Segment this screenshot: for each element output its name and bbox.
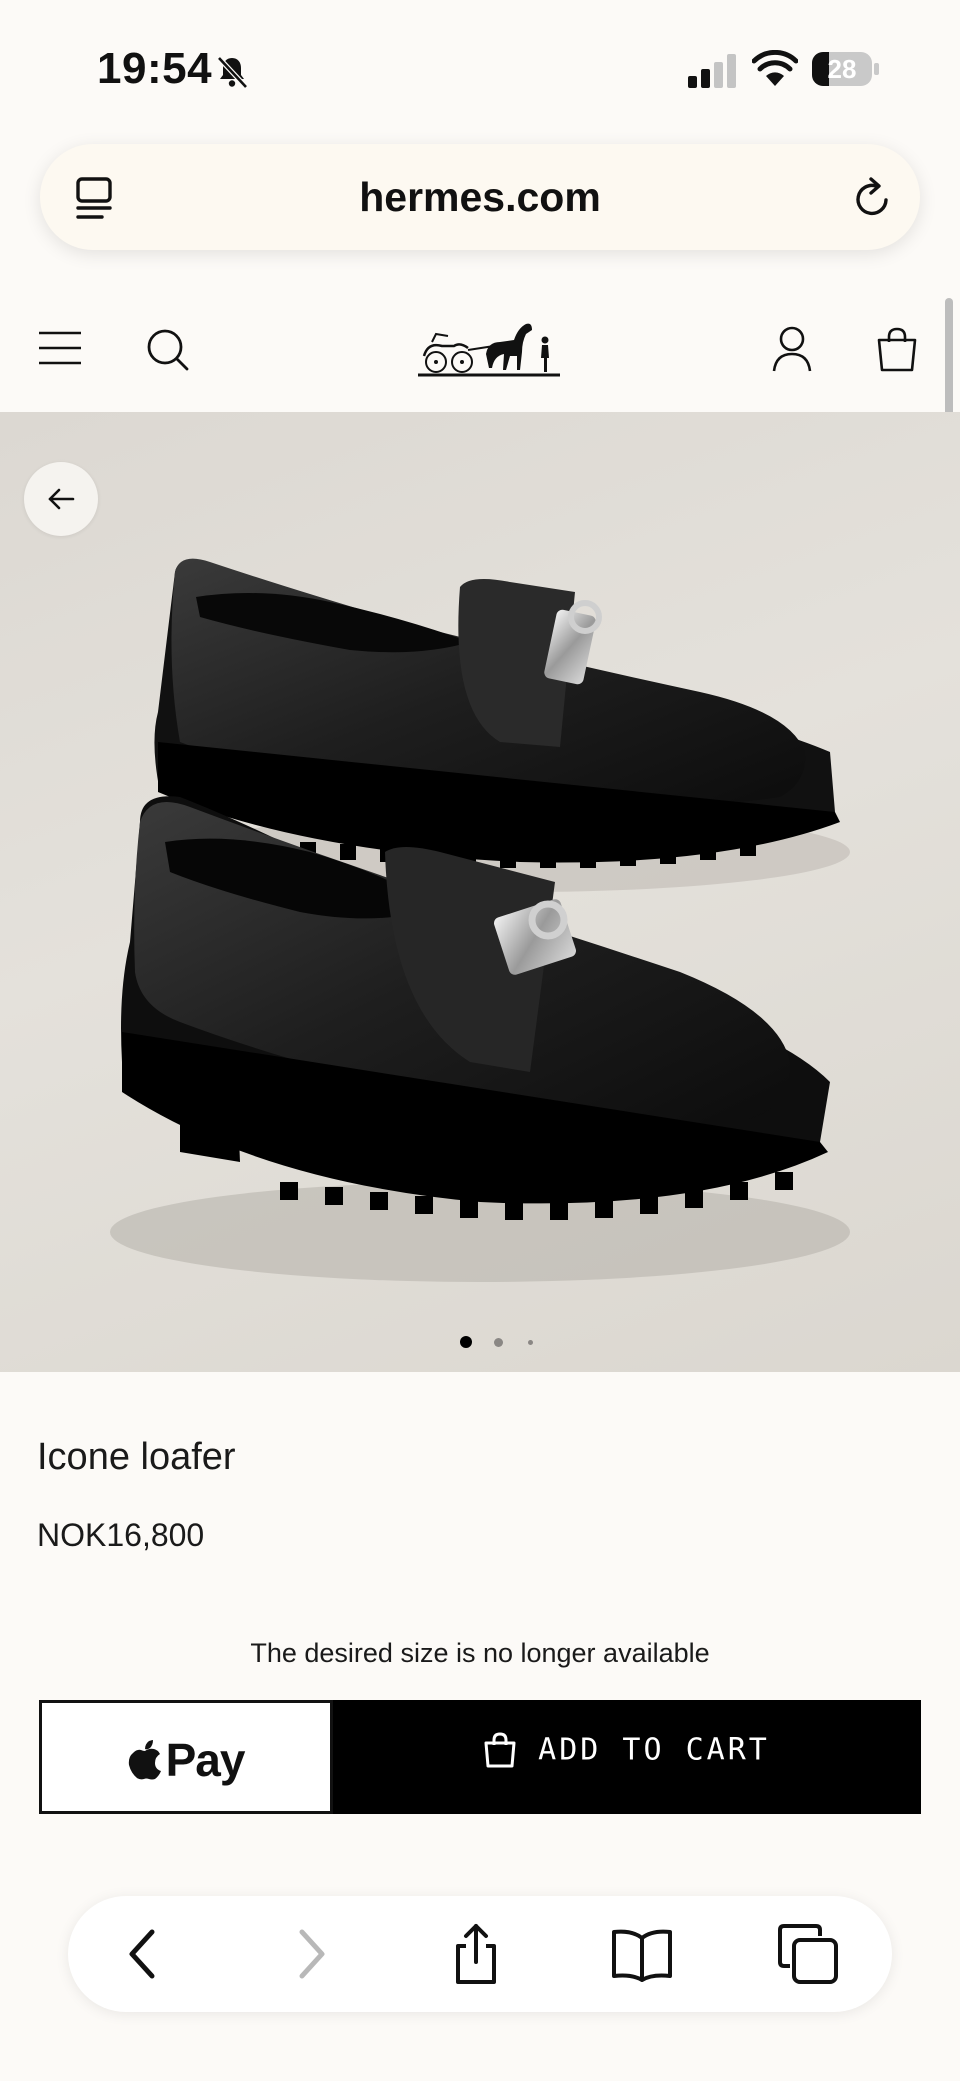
site-header [0, 290, 960, 412]
wifi-icon [752, 50, 798, 86]
browser-forward-button[interactable] [278, 1922, 342, 1986]
reload-icon[interactable] [852, 176, 894, 220]
arrow-left-icon [48, 488, 75, 510]
chevron-left-icon [129, 1929, 155, 1979]
add-to-cart-button[interactable]: ADD TO CART [333, 1700, 921, 1814]
product-image-carousel[interactable] [0, 412, 960, 1372]
carousel-dot[interactable] [460, 1336, 472, 1348]
battery-indicator: 28 [812, 52, 879, 86]
account-icon[interactable] [772, 326, 812, 372]
apple-pay-label: Pay [165, 1734, 246, 1786]
carousel-dots[interactable] [460, 1336, 560, 1356]
back-button[interactable] [24, 462, 98, 536]
share-button[interactable] [444, 1922, 508, 1986]
chevron-right-icon [299, 1929, 325, 1979]
carousel-dot[interactable] [493, 1337, 503, 1347]
tabs-icon [778, 1924, 838, 1984]
carousel-dot[interactable] [527, 1339, 533, 1345]
browser-toolbar [68, 1896, 892, 2012]
shopping-bag-icon [484, 1732, 516, 1768]
tabs-button[interactable] [776, 1922, 840, 1986]
apple-pay-button[interactable]: Pay [39, 1700, 333, 1814]
status-time: 19:54 [97, 44, 213, 93]
bell-slash-icon [217, 56, 248, 89]
address-bar[interactable]: hermes.com [40, 144, 920, 250]
search-icon[interactable] [146, 328, 190, 372]
share-icon [456, 1924, 496, 1984]
battery-percent: 28 [827, 54, 857, 84]
bookmarks-button[interactable] [610, 1922, 674, 1986]
availability-note: The desired size is no longer available [250, 1638, 710, 1668]
add-to-cart-label: ADD TO CART [538, 1732, 770, 1768]
browser-back-button[interactable] [112, 1922, 176, 1986]
product-name: Icone loafer [37, 1436, 236, 1478]
product-price: NOK16,800 [37, 1517, 205, 1553]
book-icon [612, 1929, 672, 1982]
product-photo [110, 558, 850, 1282]
status-bar: 19:54 28 [0, 0, 960, 140]
url-text[interactable]: hermes.com [40, 174, 920, 221]
hamburger-menu-icon[interactable] [38, 330, 82, 366]
cellular-signal-icon [688, 54, 736, 88]
shopping-bag-icon[interactable] [876, 326, 918, 372]
hermes-logo[interactable] [414, 312, 564, 382]
apple-logo-icon [128, 1740, 161, 1780]
